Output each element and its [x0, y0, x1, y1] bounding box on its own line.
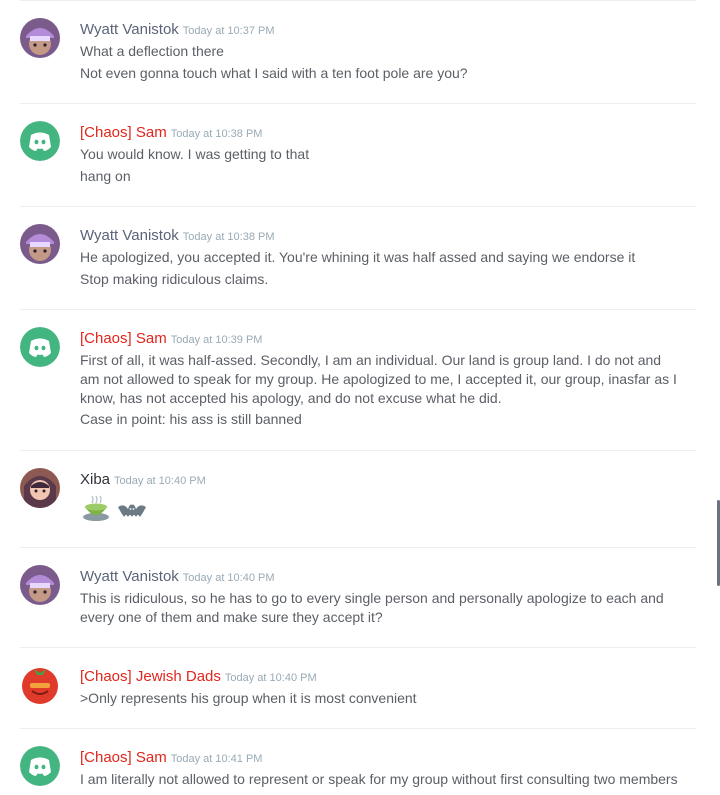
- message-text: This is ridiculous, so he has to go to e…: [80, 590, 664, 625]
- timestamp: Today at 10:37 PM: [182, 25, 275, 37]
- username[interactable]: [Chaos] Sam: [80, 124, 167, 141]
- bat-emoji-icon[interactable]: [116, 493, 148, 525]
- message-group: Wyatt Vanistok Today at 10:40 PM This is …: [20, 548, 696, 648]
- message-text: First of all, it was half-assed. Secondl…: [80, 352, 677, 406]
- username[interactable]: Wyatt Vanistok: [80, 21, 179, 38]
- timestamp: Today at 10:38 PM: [170, 128, 263, 140]
- username[interactable]: Wyatt Vanistok: [80, 227, 179, 244]
- message-text: He apologized, you accepted it. You're w…: [80, 249, 636, 265]
- message-text: Not even gonna touch what I said with a …: [80, 65, 468, 81]
- message-text: What a deflection there: [80, 43, 224, 59]
- message-text: Stop making ridiculous claims.: [80, 271, 269, 287]
- message-group: Xiba Today at 10:40 PM: [20, 451, 696, 548]
- username[interactable]: [Chaos] Sam: [80, 330, 167, 347]
- avatar[interactable]: [20, 468, 60, 508]
- timestamp: Today at 10:39 PM: [170, 334, 263, 346]
- avatar[interactable]: [20, 121, 60, 161]
- timestamp: Today at 10:38 PM: [182, 231, 275, 243]
- message-text: Case in point: his ass is still banned: [80, 411, 302, 427]
- message-text: I am literally not allowed to represent …: [80, 771, 678, 787]
- avatar[interactable]: [20, 327, 60, 367]
- message-group: [Chaos] Sam Today at 10:38 PM You would k…: [20, 104, 696, 207]
- message-text: You would know. I was getting to that: [80, 146, 310, 162]
- message-text: hang on: [80, 168, 131, 184]
- avatar[interactable]: [20, 565, 60, 605]
- discord-logo-icon: [20, 121, 60, 161]
- timestamp: Today at 10:41 PM: [170, 753, 263, 765]
- message-text: >Only represents his group when it is mo…: [80, 690, 417, 706]
- message-group: Wyatt Vanistok Today at 10:38 PM He apolo…: [20, 207, 696, 310]
- discord-logo-icon: [20, 327, 60, 367]
- avatar[interactable]: [20, 665, 60, 705]
- timestamp: Today at 10:40 PM: [224, 672, 317, 684]
- message-group: Wyatt Vanistok Today at 10:37 PM What a d…: [20, 1, 696, 104]
- timestamp: Today at 10:40 PM: [182, 572, 275, 584]
- message-group: [Chaos] Sam Today at 10:39 PM First of al…: [20, 310, 696, 451]
- avatar[interactable]: [20, 18, 60, 58]
- username[interactable]: Xiba: [80, 471, 110, 488]
- username[interactable]: Wyatt Vanistok: [80, 568, 179, 585]
- message-group: [Chaos] Sam Today at 10:41 PM I am litera…: [20, 729, 696, 795]
- message-group: [Chaos] Jewish Dads Today at 10:40 PM >On…: [20, 648, 696, 729]
- chat-messages: Wyatt Vanistok Today at 10:37 PM What a d…: [0, 0, 720, 795]
- tea-emoji-icon[interactable]: [80, 493, 112, 525]
- username[interactable]: [Chaos] Sam: [80, 749, 167, 766]
- timestamp: Today at 10:40 PM: [114, 475, 206, 487]
- discord-logo-icon: [20, 746, 60, 786]
- avatar[interactable]: [20, 224, 60, 264]
- avatar[interactable]: [20, 746, 60, 786]
- username[interactable]: [Chaos] Jewish Dads: [80, 668, 221, 685]
